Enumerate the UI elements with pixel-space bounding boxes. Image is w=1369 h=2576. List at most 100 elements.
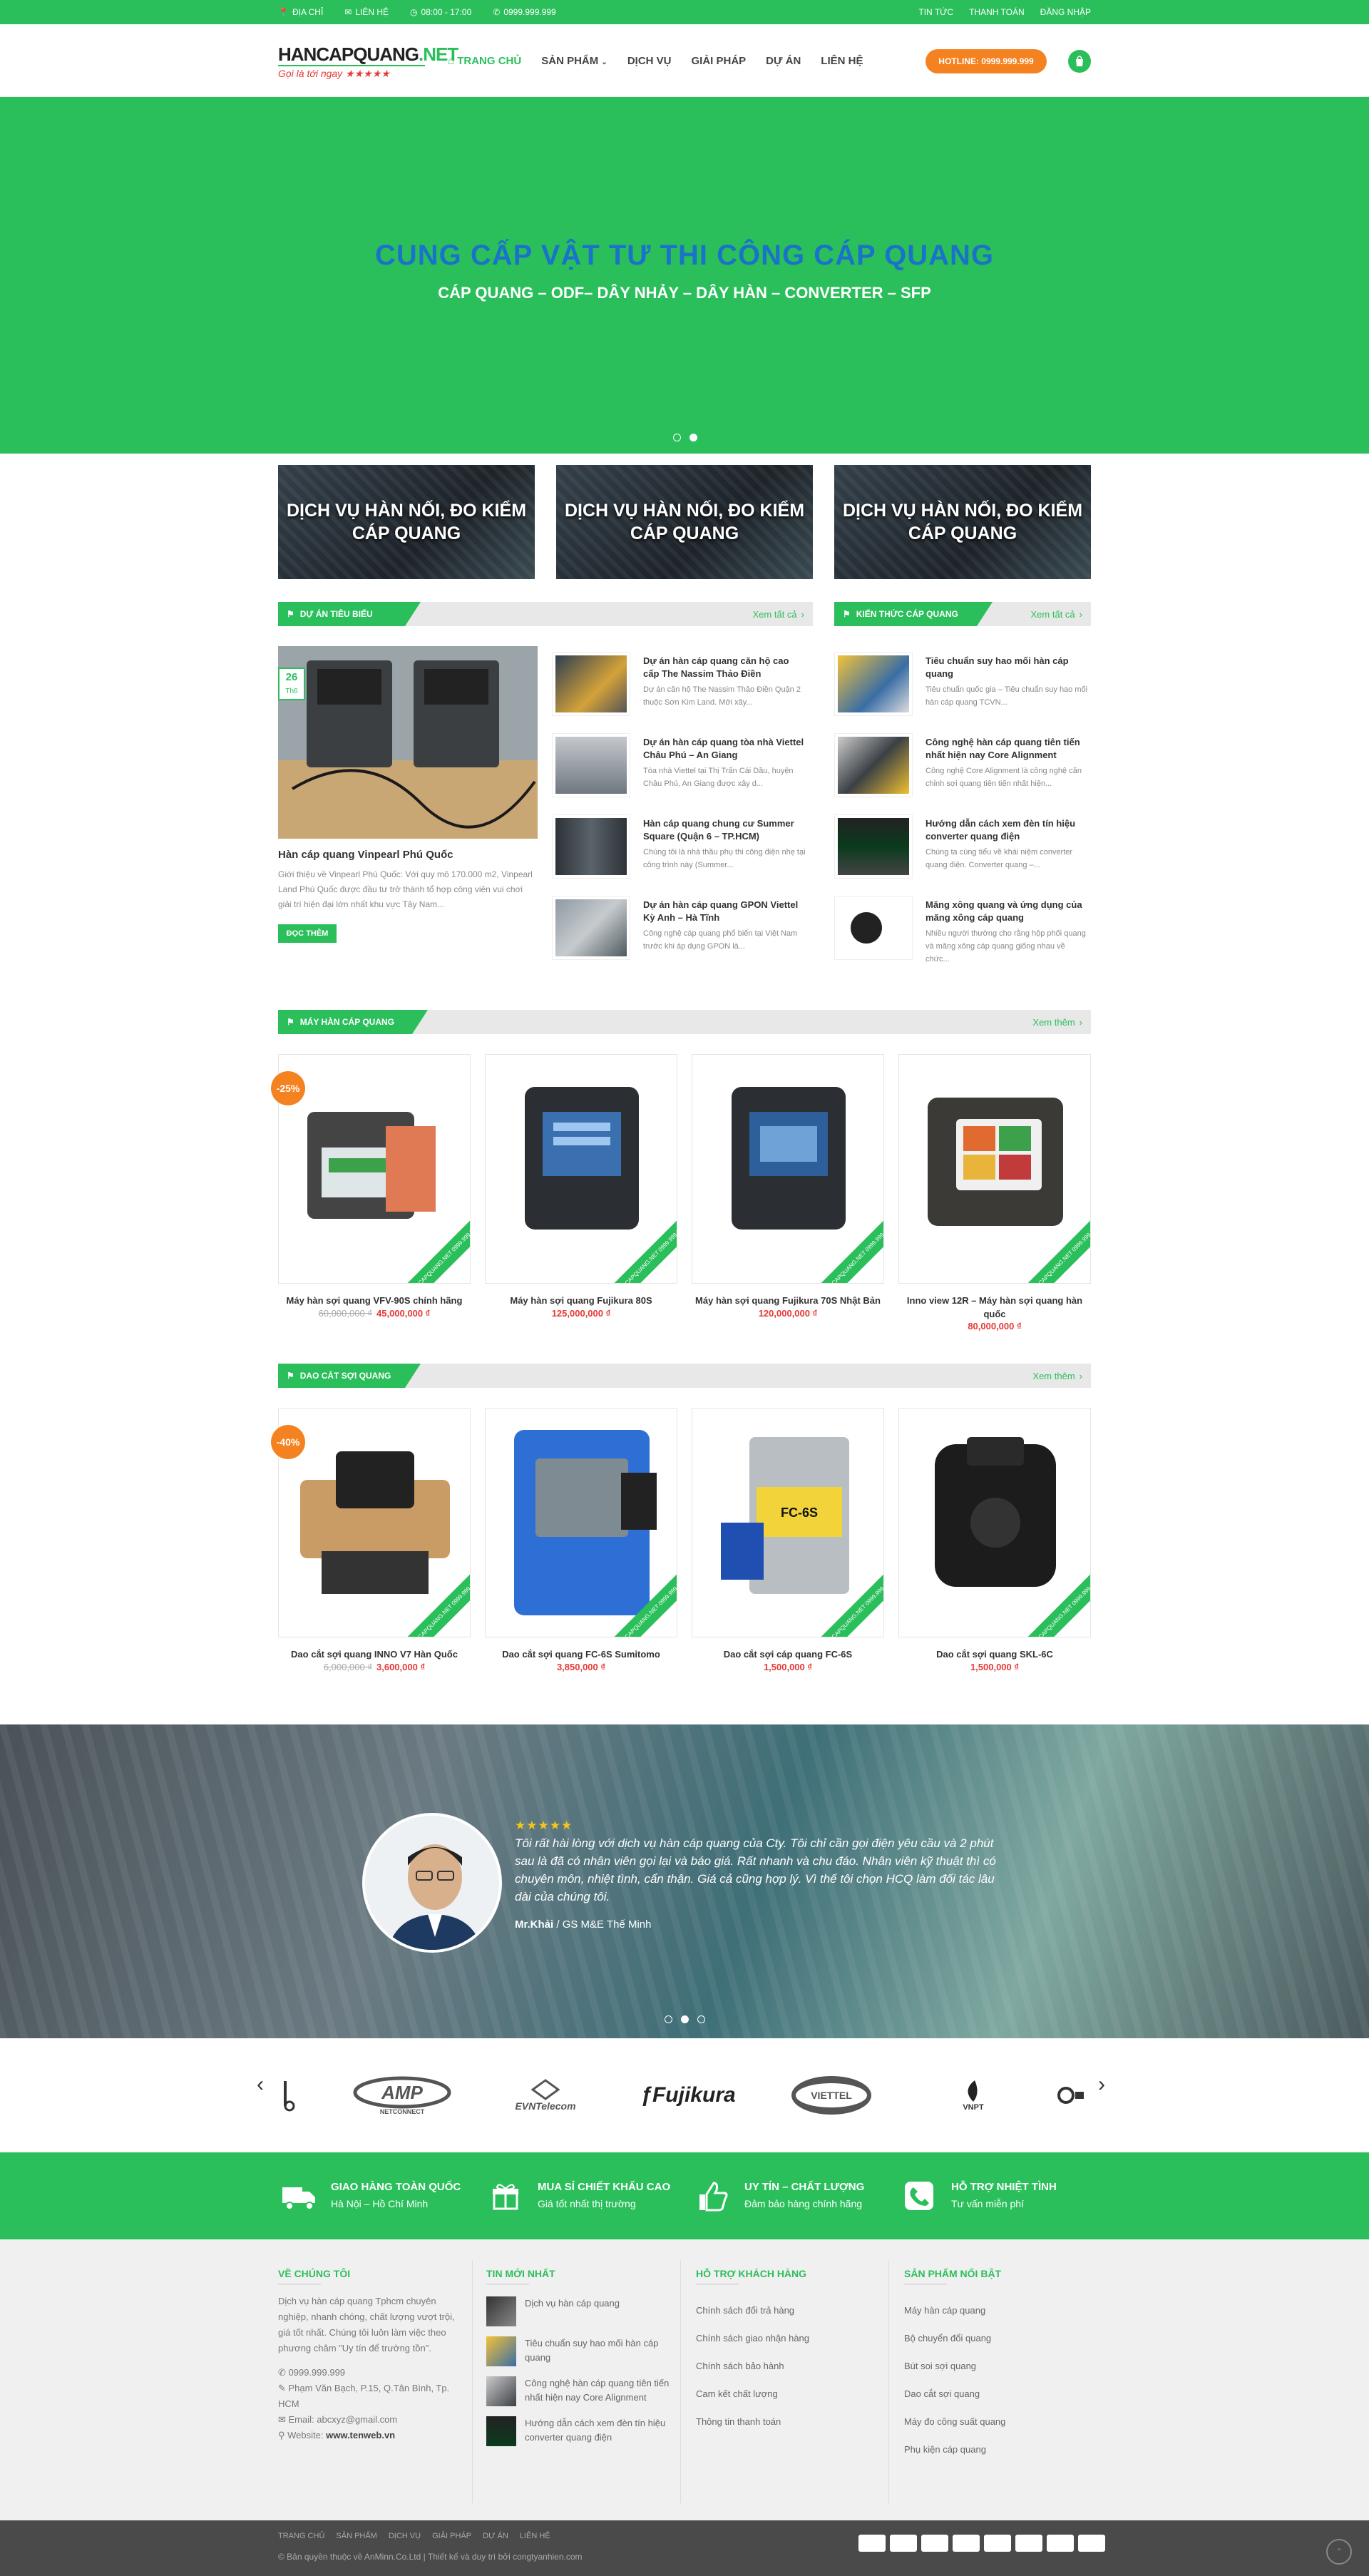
service-banner[interactable]: DỊCH VỤ HÀN NỐI, ĐO KIỂM CÁP QUANG bbox=[278, 465, 535, 579]
partner-logo-viettel[interactable]: VIETTEL bbox=[789, 2074, 874, 2117]
product-name[interactable]: Máy hàn sợi quang Fujikura 80S bbox=[485, 1294, 677, 1307]
knowledge-view-all[interactable]: Xem tất cả › bbox=[1031, 602, 1082, 626]
carousel-next-arrow[interactable]: › bbox=[1098, 2072, 1105, 2097]
hero-slider: CUNG CẤP VẬT TƯ THI CÔNG CÁP QUANG CÁP Q… bbox=[0, 97, 1369, 454]
footer-product-link[interactable]: Máy đo công suất quang bbox=[904, 2408, 1089, 2436]
nav-projects[interactable]: DỰ ÁN bbox=[766, 55, 801, 67]
footer-support-link[interactable]: Chính sách giao nhận hàng bbox=[696, 2324, 881, 2352]
cart-button[interactable] bbox=[1068, 50, 1091, 73]
nav-home[interactable]: ⌂ TRANG CHỦ bbox=[448, 55, 521, 67]
slider-dot-active[interactable] bbox=[681, 2015, 689, 2023]
partner-logo[interactable] bbox=[1055, 2074, 1084, 2117]
featured-project-image[interactable]: 26 Th6 bbox=[278, 646, 538, 839]
project-list-item[interactable]: Dự án hàn cáp quang căn hộ cao cấp The N… bbox=[552, 652, 809, 723]
product-card[interactable]: HANCAPQUANG.NET 0999.999.999 bbox=[898, 1054, 1091, 1284]
nav-services[interactable]: DỊCH VỤ bbox=[627, 55, 672, 67]
product-name[interactable]: Máy hàn sợi quang VFV-90S chính hãng bbox=[278, 1294, 471, 1307]
partner-logo-evn[interactable]: EVNTelecom bbox=[499, 2074, 592, 2117]
read-more-button[interactable]: ĐỌC THÊM bbox=[278, 924, 337, 943]
project-list-item[interactable]: Dự án hàn cáp quang GPON Viettel Kỳ Anh … bbox=[552, 896, 809, 967]
news-link[interactable]: TIN TỨC bbox=[918, 7, 953, 17]
news-thumbnail bbox=[486, 2336, 516, 2366]
back-to-top-button[interactable]: ⌃ bbox=[1326, 2539, 1352, 2565]
payment-link[interactable]: THANH TOÁN bbox=[969, 7, 1025, 17]
footer-support-link[interactable]: Chính sách đổi trả hàng bbox=[696, 2296, 881, 2324]
footer-product-link[interactable]: Phụ kiện cáp quang bbox=[904, 2436, 1089, 2463]
product-name[interactable]: Inno view 12R – Máy hàn sợi quang hàn qu… bbox=[898, 1294, 1091, 1321]
service-banner[interactable]: DỊCH VỤ HÀN NỐI, ĐO KIỂM CÁP QUANG bbox=[834, 465, 1091, 579]
footer-news-item[interactable]: Hướng dẫn cách xem đèn tín hiệu converte… bbox=[486, 2416, 672, 2446]
phone-link[interactable]: ✆ 0999.999.999 bbox=[493, 7, 555, 17]
payment-method-icon bbox=[921, 2535, 948, 2552]
partner-logo-fujikura[interactable]: ƒ Fujikura bbox=[627, 2074, 749, 2117]
svg-text:VIETTEL: VIETTEL bbox=[811, 2090, 852, 2101]
news-thumbnail bbox=[486, 2416, 516, 2446]
product-card[interactable]: HANCAPQUANG.NET 0999.999.999 bbox=[278, 1054, 471, 1284]
product-name[interactable]: Máy hàn sợi quang Fujikura 70S Nhật Bản bbox=[692, 1294, 884, 1307]
product-card[interactable]: HANCAPQUANG.NET 0999.999.999 bbox=[485, 1054, 677, 1284]
product-card[interactable]: HANCAPQUANG.NET 0999.999.999 bbox=[898, 1408, 1091, 1637]
knowledge-list-item[interactable]: Măng xông quang và ứng dụng của măng xôn… bbox=[834, 896, 1091, 967]
footer-product-link[interactable]: Dao cắt sợi quang bbox=[904, 2380, 1089, 2408]
projects-view-all[interactable]: Xem tất cả › bbox=[753, 602, 804, 626]
carousel-prev-arrow[interactable]: ‹ bbox=[257, 2072, 264, 2097]
slider-dot[interactable] bbox=[697, 2015, 705, 2023]
product-name[interactable]: Dao cắt sợi quang INNO V7 Hàn Quốc bbox=[278, 1647, 471, 1661]
footer-product-link[interactable]: Máy hàn cáp quang bbox=[904, 2296, 1089, 2324]
slider-dot[interactable] bbox=[665, 2015, 672, 2023]
product-card[interactable]: HANCAPQUANG.NET 0999.999.999 bbox=[485, 1408, 677, 1637]
contact-link[interactable]: ✉ LIÊN HỆ bbox=[344, 7, 389, 17]
partner-logo-amp[interactable]: AMP NETCONNECT bbox=[352, 2074, 452, 2117]
product-name[interactable]: Dao cắt sợi cáp quang FC-6S bbox=[692, 1647, 884, 1661]
slider-dot-active[interactable] bbox=[689, 434, 697, 441]
footer-menu-contact[interactable]: LIÊN HỆ bbox=[520, 2532, 550, 2540]
product-price: 120,000,000 ₫ bbox=[758, 1308, 818, 1319]
footer-website[interactable]: ⚲ Website: www.tenweb.vn bbox=[278, 2428, 461, 2443]
footer-email[interactable]: ✉ Email: abcxyz@gmail.com bbox=[278, 2412, 461, 2428]
featured-project-title[interactable]: Hàn cáp quang Vinpearl Phú Quốc bbox=[278, 849, 453, 861]
footer-product-link[interactable]: Bút soi sợi quang bbox=[904, 2352, 1089, 2380]
partner-logo[interactable] bbox=[271, 2074, 299, 2117]
knowledge-list-item[interactable]: Hướng dẫn cách xem đèn tín hiệu converte… bbox=[834, 814, 1091, 886]
footer-support-link[interactable]: Cam kết chất lượng bbox=[696, 2380, 881, 2408]
footer-menu-projects[interactable]: DỰ ÁN bbox=[483, 2532, 508, 2540]
cleavers-view-more[interactable]: Xem thêm › bbox=[1032, 1364, 1082, 1388]
site-header: HANCAPQUANG.NET Gọi là tới ngay ★★★★★ ⌂ … bbox=[0, 24, 1369, 97]
splicers-view-more[interactable]: Xem thêm › bbox=[1032, 1010, 1082, 1034]
slider-dot[interactable] bbox=[673, 434, 681, 441]
nav-solutions[interactable]: GIẢI PHÁP bbox=[691, 55, 746, 67]
footer-news-item[interactable]: Dịch vụ hàn cáp quang bbox=[486, 2296, 672, 2326]
footer-support-link[interactable]: Chính sách bảo hành bbox=[696, 2352, 881, 2380]
footer-menu-services[interactable]: DỊCH VỤ bbox=[389, 2532, 421, 2540]
vnpt-logo-icon bbox=[968, 2080, 978, 2102]
footer-news-item[interactable]: Tiêu chuẩn suy hao mối hàn cáp quang bbox=[486, 2336, 672, 2366]
project-list-item[interactable]: Dự án hàn cáp quang tòa nhà Viettel Châu… bbox=[552, 733, 809, 804]
footer-menu-solutions[interactable]: GIẢI PHÁP bbox=[432, 2532, 471, 2540]
hero-subtitle: CÁP QUANG – ODF– DÂY NHẢY – DÂY HÀN – CO… bbox=[438, 284, 931, 302]
footer-product-link[interactable]: Bộ chuyển đổi quang bbox=[904, 2324, 1089, 2352]
hotline-button[interactable]: HOTLINE: 0999.999.999 bbox=[926, 49, 1047, 73]
service-banner[interactable]: DỊCH VỤ HÀN NỐI, ĐO KIỂM CÁP QUANG bbox=[556, 465, 813, 579]
footer-menu-home[interactable]: TRANG CHỦ bbox=[278, 2532, 324, 2540]
product-name[interactable]: Dao cắt sợi quang SKL-6C bbox=[898, 1647, 1091, 1661]
knowledge-list-item[interactable]: Tiêu chuẩn suy hao mối hàn cáp quang Tiê… bbox=[834, 652, 1091, 723]
nav-products[interactable]: SẢN PHẨM ⌄ bbox=[541, 55, 607, 67]
footer-news-item[interactable]: Công nghệ hàn cáp quang tiên tiến nhất h… bbox=[486, 2376, 672, 2406]
product-card[interactable]: HANCAPQUANG.NET 0999.999.999 bbox=[692, 1054, 884, 1284]
knowledge-list-item[interactable]: Công nghệ hàn cáp quang tiên tiến nhất h… bbox=[834, 733, 1091, 804]
nav-contact[interactable]: LIÊN HỆ bbox=[821, 55, 863, 67]
partner-logo-vnpt[interactable]: VNPT bbox=[941, 2074, 1005, 2117]
address-link[interactable]: 📍 ĐỊA CHỈ bbox=[278, 7, 323, 17]
footer-support-link[interactable]: Thông tin thanh toán bbox=[696, 2408, 881, 2436]
product-card[interactable]: FC-6S HANCAPQUANG.NET 0999.999.999 bbox=[692, 1408, 884, 1637]
project-list-item[interactable]: Hàn cáp quang chung cư Summer Square (Qu… bbox=[552, 814, 809, 886]
knowledge-thumbnail bbox=[834, 814, 913, 879]
footer-menu-products[interactable]: SẢN PHẨM bbox=[336, 2532, 376, 2540]
product-price: 80,000,000 ₫ bbox=[968, 1321, 1022, 1332]
product-name[interactable]: Dao cắt sợi quang FC-6S Sumitomo bbox=[485, 1647, 677, 1661]
site-logo[interactable]: HANCAPQUANG.NET Gọi là tới ngay ★★★★★ bbox=[278, 44, 458, 80]
product-card[interactable]: HANCAPQUANG.NET 0999.999.999 bbox=[278, 1408, 471, 1637]
map-pin-icon: 📍 bbox=[278, 7, 289, 17]
login-link[interactable]: ĐĂNG NHẬP bbox=[1040, 7, 1091, 17]
footer-phone[interactable]: ✆ 0999.999.999 bbox=[278, 2365, 461, 2381]
